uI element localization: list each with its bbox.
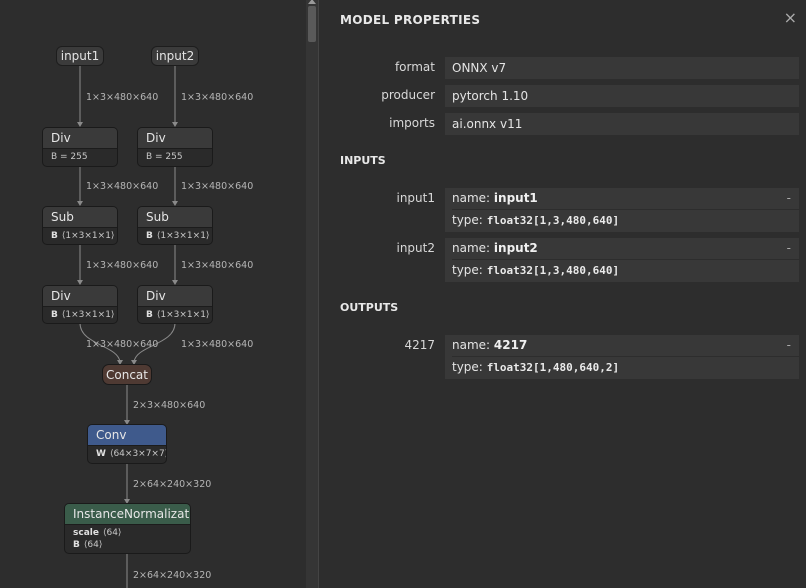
type-key: type: [452,213,483,227]
node-attribute: scale ⟨64⟩ [73,527,190,539]
type-key: type: [452,263,483,277]
output-details-4217: name: 4217 - type: float32[1,480,640,2] [445,335,799,379]
edge-label: 1×3×480×640 [86,339,159,350]
input-details-input2: name: input2 - type: float32[1,3,480,640… [445,238,799,282]
prop-label-format: format [394,60,435,74]
type-key: type: [452,360,483,374]
edge-label: 1×3×480×640 [181,260,254,271]
expand-toggle[interactable]: - [787,188,791,209]
node-attribute: B ⟨1×3×1×1⟩ [146,309,212,321]
attr-value: ⟨1×3×1×1⟩ [61,310,115,320]
input-details-input1: name: input1 - type: float32[1,3,480,640… [445,188,799,232]
node-title: Sub [43,207,117,227]
edge-label: 2×64×240×320 [133,479,212,490]
node-sub-1[interactable]: Sub B ⟨1×3×1×1⟩ [42,206,118,245]
input-name: input2 [493,241,538,255]
node-sub-2[interactable]: Sub B ⟨1×3×1×1⟩ [137,206,213,245]
node-conv[interactable]: Conv W ⟨64×3×7×7⟩ [87,424,167,464]
node-attribute: B = 255 [146,152,183,162]
panel-title: MODEL PROPERTIES [340,13,481,27]
node-attribute: B ⟨1×3×1×1⟩ [146,230,212,242]
name-key: name: [452,241,491,255]
node-title: Conv [88,425,166,445]
name-key: name: [452,191,491,205]
attr-name: B [73,540,80,550]
node-div-4[interactable]: Div B ⟨1×3×1×1⟩ [137,285,213,324]
edge-label: 2×64×240×320 [133,570,212,581]
node-attribute: B ⟨1×3×1×1⟩ [51,230,117,242]
input-type: float32[1,3,480,640] [486,214,620,227]
edge-label: 1×3×480×640 [181,181,254,192]
node-title: Div [43,128,117,148]
node-title: Div [43,286,117,306]
graph-input-node-input1[interactable]: input1 [56,46,104,66]
attr-name: B [51,310,58,320]
node-div-3[interactable]: Div B ⟨1×3×1×1⟩ [42,285,118,324]
attr-name: B [51,231,58,241]
scroll-thumb[interactable] [308,6,316,42]
scroll-up-icon[interactable] [308,0,316,4]
output-name: 4217 [493,338,528,352]
node-attribute: W ⟨64×3×7×7⟩ [96,448,166,460]
edge-label: 1×3×480×640 [181,339,254,350]
node-title: Concat [106,368,148,382]
graph-view[interactable]: input1 input2 1×3×480×640 1×3×480×640 Di… [0,0,318,588]
node-title: Sub [138,207,212,227]
attr-value: ⟨1×3×1×1⟩ [61,231,115,241]
node-title: Div [138,128,212,148]
node-title: Div [138,286,212,306]
attr-value: ⟨64×3×7×7⟩ [109,449,167,459]
outputs-heading: OUTPUTS [340,301,399,314]
node-attribute: B ⟨1×3×1×1⟩ [51,309,117,321]
edge-label: 1×3×480×640 [181,92,254,103]
attr-name: scale [73,528,99,538]
attr-value: ⟨64⟩ [83,540,103,550]
edge-label: 1×3×480×640 [86,181,159,192]
input-label: input2 [396,241,435,255]
graph-input-node-input2[interactable]: input2 [151,46,199,66]
node-div-1[interactable]: Div B = 255 [42,127,118,167]
expand-toggle[interactable]: - [787,238,791,259]
node-attribute: B = 255 [51,152,88,162]
edge-label: 1×3×480×640 [86,92,159,103]
expand-toggle[interactable]: - [787,335,791,356]
attr-value: ⟨64⟩ [102,528,122,538]
model-properties-panel: MODEL PROPERTIES × format ONNX v7 produc… [318,0,806,588]
node-instance-normalization[interactable]: InstanceNormalization scale⟨64⟩ B⟨64⟩ [64,503,191,554]
close-icon[interactable]: × [784,8,797,27]
attr-name: B [146,231,153,241]
prop-label-producer: producer [381,88,435,102]
attr-value: ⟨1×3×1×1⟩ [156,310,210,320]
prop-value-producer: pytorch 1.10 [445,85,799,107]
prop-value-format: ONNX v7 [445,57,799,79]
node-concat[interactable]: Concat [102,364,152,385]
output-type: float32[1,480,640,2] [486,361,620,374]
edge-label: 2×3×480×640 [133,400,206,411]
attr-value: ⟨1×3×1×1⟩ [156,231,210,241]
attr-name: B [146,310,153,320]
node-attribute: B ⟨64⟩ [73,539,190,551]
name-key: name: [452,338,491,352]
input-type: float32[1,3,480,640] [486,264,620,277]
edge-label: 1×3×480×640 [86,260,159,271]
prop-label-imports: imports [389,116,435,130]
node-title: InstanceNormalization [65,504,190,524]
node-div-2[interactable]: Div B = 255 [137,127,213,167]
input-label: input1 [396,191,435,205]
output-label: 4217 [404,338,435,352]
graph-scrollbar[interactable] [306,0,318,588]
attr-name: W [96,449,106,459]
inputs-heading: INPUTS [340,154,386,167]
prop-value-imports: ai.onnx v11 [445,113,799,135]
input-name: input1 [493,191,538,205]
